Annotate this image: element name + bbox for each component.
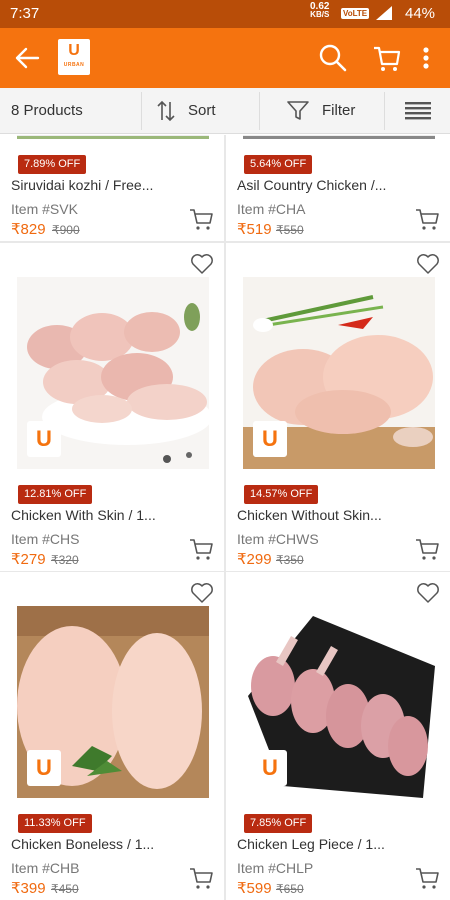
product-mrp: ₹900 [52, 223, 80, 237]
product-price: ₹599 [237, 880, 272, 897]
discount-badge: 5.64% OFF [244, 155, 313, 174]
discount-badge: 11.33% OFF [18, 814, 92, 833]
product-sku: Item #CHA [237, 201, 306, 217]
add-to-cart-icon[interactable] [415, 207, 441, 231]
filter-label: Filter [322, 102, 356, 119]
discount-badge: 7.89% OFF [18, 155, 87, 174]
product-sku: Item #CHB [11, 860, 80, 876]
discount-badge: 7.85% OFF [244, 814, 313, 833]
sort-label: Sort [188, 102, 216, 119]
signal-icon [376, 6, 392, 20]
filter-icon [287, 101, 309, 120]
brand-watermark-logo: U [253, 421, 287, 457]
product-price: ₹279 [11, 551, 46, 568]
more-options-icon[interactable] [417, 43, 435, 73]
product-price: ₹519 [237, 221, 272, 238]
product-card[interactable]: U 11.33% OFF Chicken Boneless / 1... Ite… [0, 572, 224, 900]
wishlist-heart-icon[interactable] [416, 582, 440, 604]
brand-watermark-logo: U [253, 750, 287, 786]
product-image[interactable]: U [243, 277, 435, 469]
product-sku: Item #CHLP [237, 860, 314, 876]
sort-button[interactable]: Sort [150, 88, 258, 134]
search-icon[interactable] [318, 43, 348, 73]
product-name[interactable]: Chicken Boneless / 1... [11, 836, 191, 852]
discount-badge: 12.81% OFF [18, 485, 93, 504]
wishlist-heart-icon[interactable] [190, 582, 214, 604]
wishlist-heart-icon[interactable] [190, 253, 214, 275]
product-price: ₹399 [11, 880, 46, 897]
status-time: 7:37 [10, 5, 40, 22]
add-to-cart-icon[interactable] [189, 537, 215, 561]
product-sku: Item #SVK [11, 201, 78, 217]
product-image[interactable]: U [17, 606, 209, 798]
battery-percent: 44% [405, 5, 436, 22]
volte-badge: VoLTE [341, 8, 370, 19]
product-price: ₹299 [237, 551, 272, 568]
brand-logo[interactable]: U URBAN [58, 39, 90, 75]
back-arrow-icon[interactable] [12, 43, 42, 73]
brand-watermark-logo: U [27, 421, 61, 457]
filter-button[interactable]: Filter [285, 88, 383, 134]
brand-logo-word: URBAN [63, 62, 85, 68]
add-to-cart-icon[interactable] [415, 866, 441, 890]
product-image[interactable]: U [17, 277, 209, 469]
product-grid: 7.89% OFF Siruvidai kozhi / Free... Item… [0, 135, 450, 900]
product-card[interactable]: U 7.85% OFF Chicken Leg Piece / 1... Ite… [226, 572, 450, 900]
divider [384, 92, 385, 130]
add-to-cart-icon[interactable] [189, 866, 215, 890]
product-name[interactable]: Siruvidai kozhi / Free... [11, 177, 191, 193]
divider [141, 92, 142, 130]
add-to-cart-icon[interactable] [415, 537, 441, 561]
product-card[interactable]: 7.89% OFF Siruvidai kozhi / Free... Item… [0, 135, 224, 241]
product-name[interactable]: Asil Country Chicken /... [237, 177, 417, 193]
product-card[interactable]: U 12.81% OFF Chicken With Skin / 1... It… [0, 243, 224, 571]
product-sku: Item #CHS [11, 531, 80, 547]
cart-icon[interactable] [372, 43, 402, 73]
product-toolbar: 8 Products Sort Filter [0, 88, 450, 134]
wishlist-heart-icon[interactable] [416, 253, 440, 275]
brand-logo-letter: U [68, 42, 80, 59]
product-image[interactable] [243, 135, 435, 139]
product-mrp: ₹320 [51, 553, 79, 567]
product-mrp: ₹350 [276, 553, 304, 567]
product-price: ₹829 [11, 221, 46, 238]
divider [259, 92, 260, 130]
network-speed: 0.62 KB/S [310, 2, 330, 19]
product-mrp: ₹450 [51, 882, 79, 896]
product-name[interactable]: Chicken With Skin / 1... [11, 507, 191, 523]
product-image[interactable]: U [243, 606, 435, 798]
product-name[interactable]: Chicken Leg Piece / 1... [237, 836, 417, 852]
product-card[interactable]: U 14.57% OFF Chicken Without Skin... Ite… [226, 243, 450, 571]
product-image[interactable] [17, 135, 209, 139]
product-sku: Item #CHWS [237, 531, 319, 547]
app-bar: U URBAN [0, 28, 450, 88]
discount-badge: 14.57% OFF [244, 485, 319, 504]
sort-icon [157, 100, 175, 122]
product-card[interactable]: 5.64% OFF Asil Country Chicken /... Item… [226, 135, 450, 241]
status-bar: 7:37 0.62 KB/S VoLTE 44% [0, 0, 450, 28]
network-speed-unit: KB/S [310, 10, 330, 19]
product-mrp: ₹650 [276, 882, 304, 896]
product-mrp: ₹550 [276, 223, 304, 237]
product-name[interactable]: Chicken Without Skin... [237, 507, 417, 523]
product-count: 8 Products [11, 102, 83, 119]
list-view-icon[interactable] [405, 101, 431, 121]
add-to-cart-icon[interactable] [189, 207, 215, 231]
brand-watermark-logo: U [27, 750, 61, 786]
